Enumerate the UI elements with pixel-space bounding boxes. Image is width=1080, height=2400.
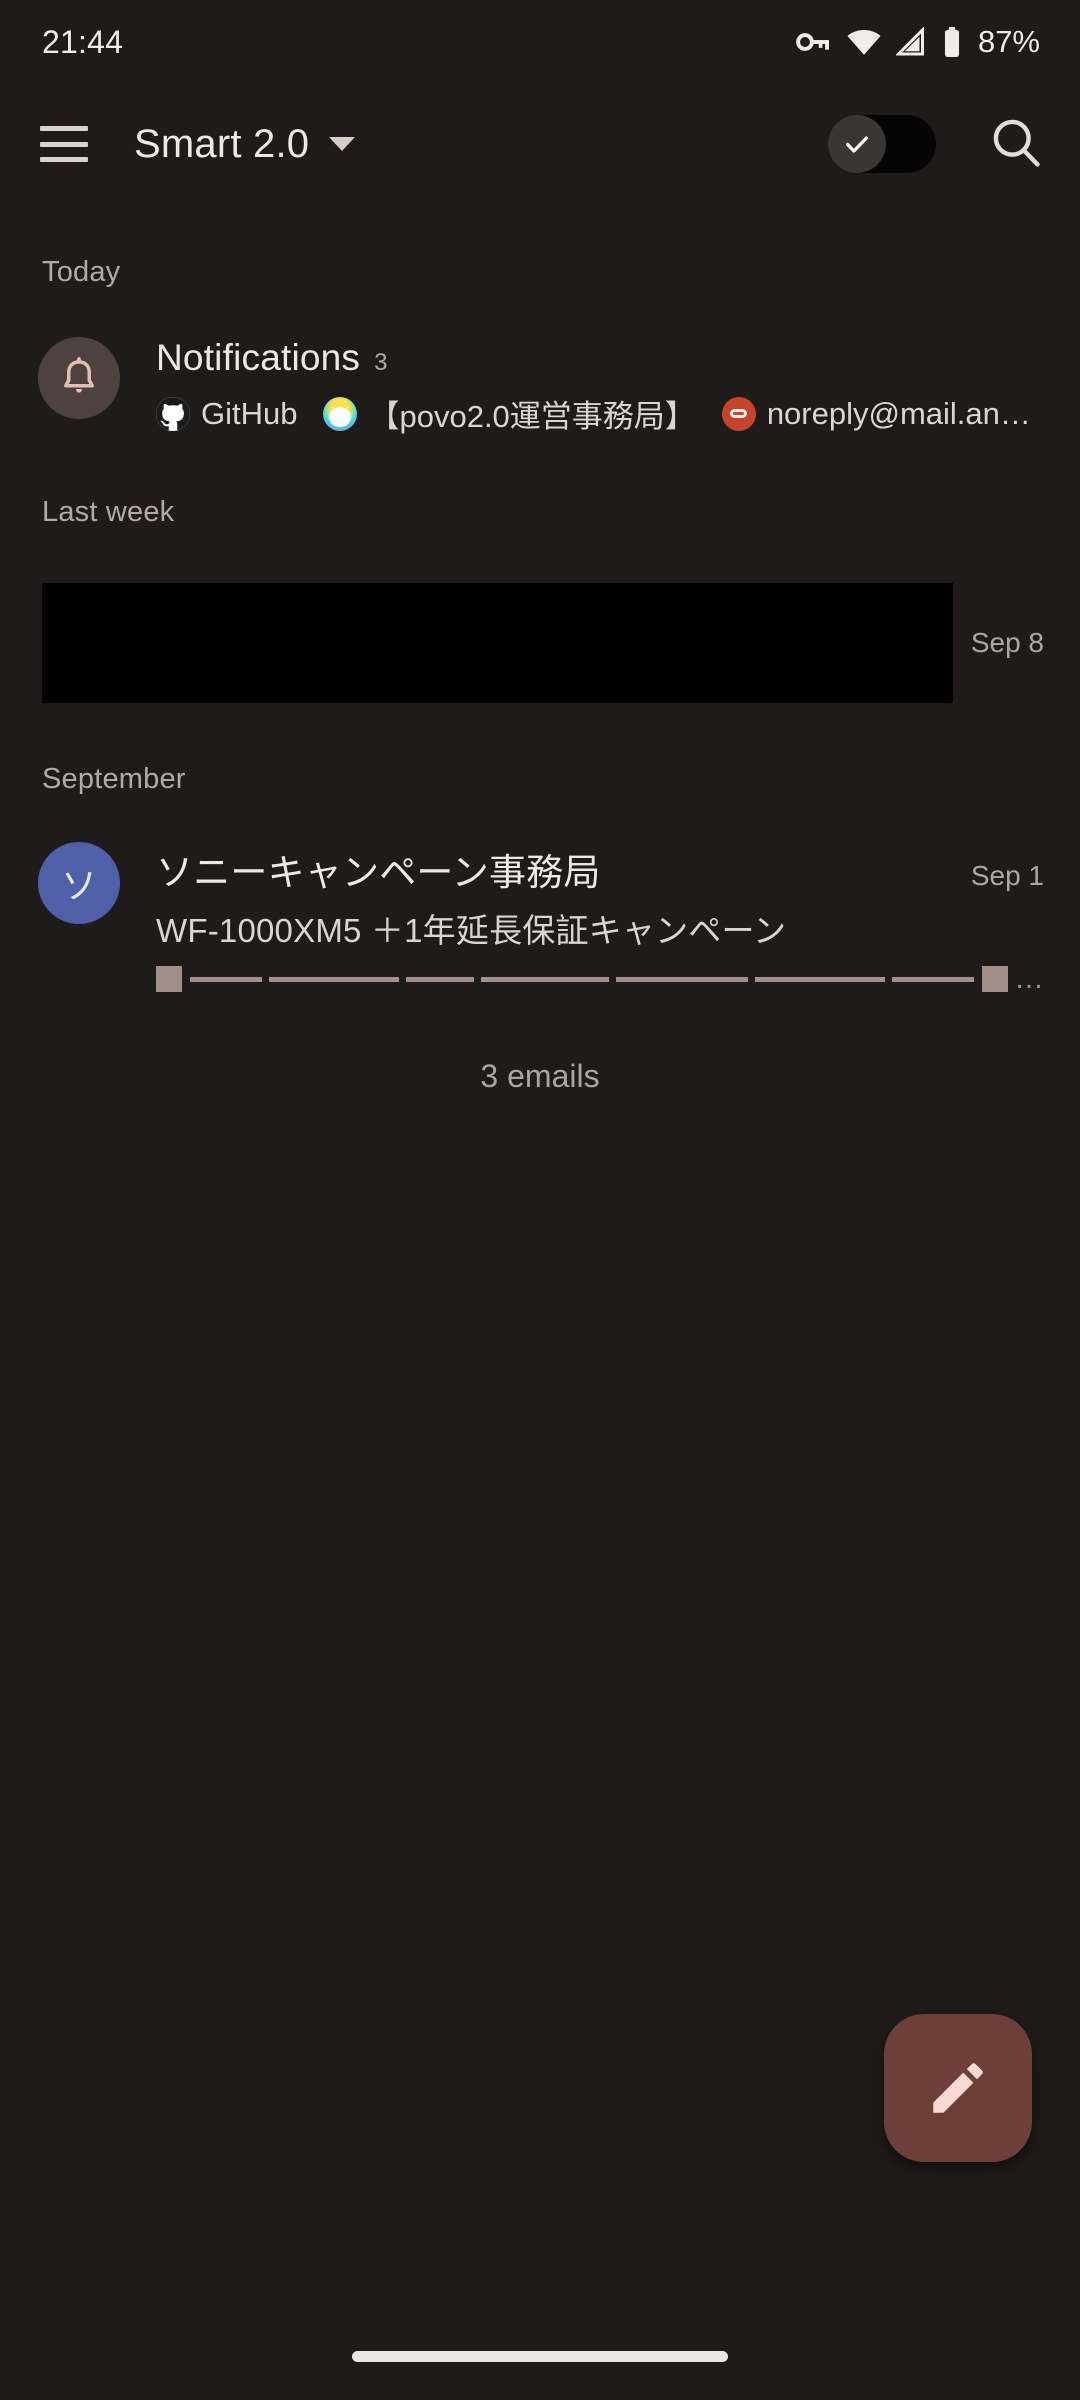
spacer-above-today: [0, 204, 1080, 256]
email-count-label: 3 emails: [480, 1058, 600, 1094]
avatar-initial: ソ: [60, 865, 97, 906]
row-date: Sep 1: [970, 860, 1044, 891]
redacted-email-row[interactable]: Sep 8: [0, 583, 1080, 703]
status-icons: 87%: [796, 24, 1040, 60]
povo-avatar-icon: [323, 396, 358, 431]
pencil-icon: [933, 2063, 983, 2113]
section-header-last-week: Last week: [42, 496, 175, 528]
snippet-dashes: [190, 966, 974, 992]
compose-button[interactable]: [884, 2014, 1032, 2162]
sender-chip[interactable]: 【povo2.0運営事務局】: [323, 391, 696, 436]
check-icon: [846, 136, 869, 153]
section-header-today: Today: [42, 256, 121, 288]
app-bar: Smart 2.0: [0, 84, 1080, 204]
redacted-content: [42, 583, 953, 703]
sender-chip[interactable]: noreply@mail.an…: [721, 395, 1031, 432]
vpn-key-icon: [796, 27, 832, 57]
email-row[interactable]: ソ ソニーキャンペーン事務局 Sep 1 WF-1000XM5 ＋1年延長保証キ…: [0, 842, 1080, 992]
avatar: ソ: [38, 842, 120, 924]
toggle-thumb: [828, 115, 886, 173]
notification-senders: GitHub 【povo2.0運営事務局】 noreply@mail.an…: [156, 391, 1044, 436]
noreply-avatar-icon: [721, 396, 756, 431]
notifications-count: 3: [374, 349, 388, 376]
email-body: ソニーキャンペーン事務局 Sep 1 WF-1000XM5 ＋1年延長保証キャン…: [120, 842, 1044, 992]
notifications-body: Notifications 3 GitHub 【povo2.0運営事務局】 no…: [120, 337, 1044, 436]
sender-chip-label: 【povo2.0運営事務局】: [368, 399, 696, 434]
account-folder-selector[interactable]: Smart 2.0: [134, 121, 356, 167]
chevron-down-icon: [329, 137, 356, 151]
status-bar: 21:44 87%: [0, 0, 1080, 84]
email-title-line: ソニーキャンペーン事務局 Sep 1: [156, 842, 1044, 896]
bell-icon: [64, 357, 94, 393]
missing-glyph-box: [982, 966, 1008, 992]
sender-chip-label: noreply@mail.an…: [766, 395, 1031, 431]
cellular-signal-icon: [895, 27, 928, 57]
sender-chip-label: GitHub: [201, 395, 298, 431]
notifications-row[interactable]: Notifications 3 GitHub 【povo2.0運営事務局】 no…: [0, 337, 1080, 436]
gesture-navigation-bar: [352, 2351, 728, 2362]
snippet-ellipsis: …: [1014, 966, 1044, 992]
email-sender: ソニーキャンペーン事務局: [156, 852, 601, 893]
email-subject: WF-1000XM5 ＋1年延長保証キャンペーン: [156, 912, 787, 949]
notifications-title-line: Notifications 3: [156, 337, 1044, 379]
avatar: [38, 337, 120, 419]
hamburger-menu-icon[interactable]: [40, 126, 88, 162]
battery-percent: 87%: [977, 24, 1040, 59]
sender-chip[interactable]: GitHub: [156, 396, 297, 432]
status-clock: 21:44: [42, 23, 124, 60]
notifications-title: Notifications: [156, 337, 361, 378]
missing-glyph-box: [156, 966, 182, 992]
email-snippet: …: [156, 966, 1044, 992]
page-title: Smart 2.0: [134, 121, 310, 166]
search-icon[interactable]: [988, 114, 1044, 175]
wifi-icon: [846, 27, 882, 57]
github-icon: [156, 396, 190, 431]
section-header-september: September: [42, 763, 186, 795]
row-date: Sep 8: [970, 627, 1044, 658]
select-all-toggle[interactable]: [828, 115, 936, 173]
battery-icon: [942, 26, 962, 58]
